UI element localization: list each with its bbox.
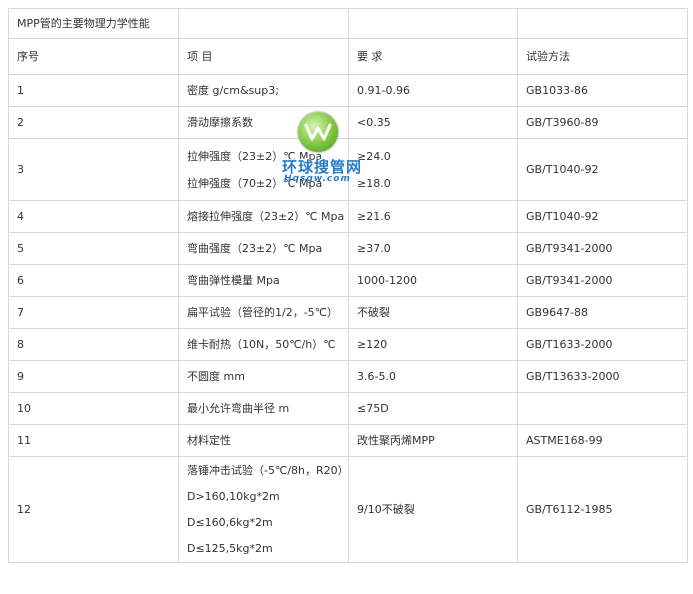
table-row: 4 熔接拉伸强度（23±2）℃ Mpa ≥21.6 GB/T1040-92 bbox=[8, 200, 688, 233]
row-requirement: 3.6-5.0 bbox=[348, 360, 518, 393]
row-item-multi: 落锤冲击试验（-5℃/8h，R20） D>160,10kg*2m D≤160,6… bbox=[178, 456, 349, 563]
row-no: 12 bbox=[8, 456, 179, 563]
header-requirement: 要 求 bbox=[348, 38, 518, 75]
row-method: ASTME168-99 bbox=[517, 424, 688, 457]
row-item: 扁平试验（管径的1/2，-5℃） bbox=[178, 296, 349, 329]
row-item-line: D>160,10kg*2m bbox=[187, 489, 280, 503]
row-item: 熔接拉伸强度（23±2）℃ Mpa bbox=[178, 200, 349, 233]
row-method: GB/T13633-2000 bbox=[517, 360, 688, 393]
row-method: GB1033-86 bbox=[517, 74, 688, 107]
row-item: 密度 g/cm&sup3; bbox=[178, 74, 349, 107]
row-item: 滑动摩擦系数 bbox=[178, 106, 349, 139]
row-no: 11 bbox=[8, 424, 179, 457]
table-row: 2 滑动摩擦系数 <0.35 GB/T3960-89 bbox=[8, 106, 688, 139]
row-item: 弯曲弹性模量 Mpa bbox=[178, 264, 349, 297]
row-requirement-line: ≥18.0 bbox=[357, 176, 391, 190]
row-item-line: D≤125,5kg*2m bbox=[187, 541, 273, 555]
row-requirement-line: ≥24.0 bbox=[357, 149, 391, 163]
row-method: GB/T1633-2000 bbox=[517, 328, 688, 361]
row-requirement: ≥21.6 bbox=[348, 200, 518, 233]
header-item: 项 目 bbox=[178, 38, 349, 75]
row-method: GB9647-88 bbox=[517, 296, 688, 329]
row-requirement-multi: ≥24.0 ≥18.0 bbox=[348, 138, 518, 201]
properties-table: MPP管的主要物理力学性能 序号 项 目 要 求 试验方法 1 密度 g/cm&… bbox=[8, 8, 688, 563]
content-wrapper: MPP管的主要物理力学性能 序号 项 目 要 求 试验方法 1 密度 g/cm&… bbox=[8, 8, 688, 563]
row-requirement: 0.91-0.96 bbox=[348, 74, 518, 107]
header-no: 序号 bbox=[8, 38, 179, 75]
row-method: GB/T1040-92 bbox=[517, 200, 688, 233]
table-row: 12 落锤冲击试验（-5℃/8h，R20） D>160,10kg*2m D≤16… bbox=[8, 456, 688, 563]
row-method bbox=[517, 392, 688, 425]
row-requirement: ≤75D bbox=[348, 392, 518, 425]
row-method: GB/T1040-92 bbox=[517, 138, 688, 201]
row-item: 不圆度 mm bbox=[178, 360, 349, 393]
row-no: 2 bbox=[8, 106, 179, 139]
row-no: 6 bbox=[8, 264, 179, 297]
header-test-method: 试验方法 bbox=[517, 38, 688, 75]
table-title: MPP管的主要物理力学性能 bbox=[8, 8, 179, 39]
row-requirement: <0.35 bbox=[348, 106, 518, 139]
row-no: 4 bbox=[8, 200, 179, 233]
row-item-line: 拉伸强度（23±2）℃ Mpa bbox=[187, 149, 323, 163]
row-item-line: 落锤冲击试验（-5℃/8h，R20） bbox=[187, 463, 349, 477]
row-no: 3 bbox=[8, 138, 179, 201]
table-row: 3 拉伸强度（23±2）℃ Mpa 拉伸强度（70±2）℃ Mpa ≥24.0 … bbox=[8, 138, 688, 201]
table-row: 8 维卡耐热（10N，50℃/h）℃ ≥120 GB/T1633-2000 bbox=[8, 328, 688, 361]
empty-cell bbox=[348, 8, 518, 39]
row-method: GB/T3960-89 bbox=[517, 106, 688, 139]
table-row: 6 弯曲弹性模量 Mpa 1000-1200 GB/T9341-2000 bbox=[8, 264, 688, 297]
row-no: 5 bbox=[8, 232, 179, 265]
row-no: 1 bbox=[8, 74, 179, 107]
empty-cell bbox=[178, 8, 349, 39]
row-no: 10 bbox=[8, 392, 179, 425]
row-no: 7 bbox=[8, 296, 179, 329]
row-requirement: 1000-1200 bbox=[348, 264, 518, 297]
row-item: 弯曲强度（23±2）℃ Mpa bbox=[178, 232, 349, 265]
row-no: 9 bbox=[8, 360, 179, 393]
row-no: 8 bbox=[8, 328, 179, 361]
table-title-row: MPP管的主要物理力学性能 bbox=[8, 8, 688, 39]
row-requirement: 不破裂 bbox=[348, 296, 518, 329]
row-item: 最小允许弯曲半径 m bbox=[178, 392, 349, 425]
table-row: 7 扁平试验（管径的1/2，-5℃） 不破裂 GB9647-88 bbox=[8, 296, 688, 329]
row-item-multi: 拉伸强度（23±2）℃ Mpa 拉伸强度（70±2）℃ Mpa bbox=[178, 138, 349, 201]
row-requirement: 改性聚丙烯MPP bbox=[348, 424, 518, 457]
row-requirement: ≥37.0 bbox=[348, 232, 518, 265]
table-row: 9 不圆度 mm 3.6-5.0 GB/T13633-2000 bbox=[8, 360, 688, 393]
row-method: GB/T9341-2000 bbox=[517, 232, 688, 265]
table-row: 11 材料定性 改性聚丙烯MPP ASTME168-99 bbox=[8, 424, 688, 457]
row-item: 材料定性 bbox=[178, 424, 349, 457]
row-method: GB/T6112-1985 bbox=[517, 456, 688, 563]
table-header-row: 序号 项 目 要 求 试验方法 bbox=[8, 38, 688, 75]
row-item-line: D≤160,6kg*2m bbox=[187, 515, 273, 529]
row-item: 维卡耐热（10N，50℃/h）℃ bbox=[178, 328, 349, 361]
table-row: 1 密度 g/cm&sup3; 0.91-0.96 GB1033-86 bbox=[8, 74, 688, 107]
table-row: 10 最小允许弯曲半径 m ≤75D bbox=[8, 392, 688, 425]
empty-cell bbox=[517, 8, 688, 39]
table-row: 5 弯曲强度（23±2）℃ Mpa ≥37.0 GB/T9341-2000 bbox=[8, 232, 688, 265]
row-item-line: 拉伸强度（70±2）℃ Mpa bbox=[187, 176, 323, 190]
row-method: GB/T9341-2000 bbox=[517, 264, 688, 297]
row-requirement: 9/10不破裂 bbox=[348, 456, 518, 563]
row-requirement: ≥120 bbox=[348, 328, 518, 361]
